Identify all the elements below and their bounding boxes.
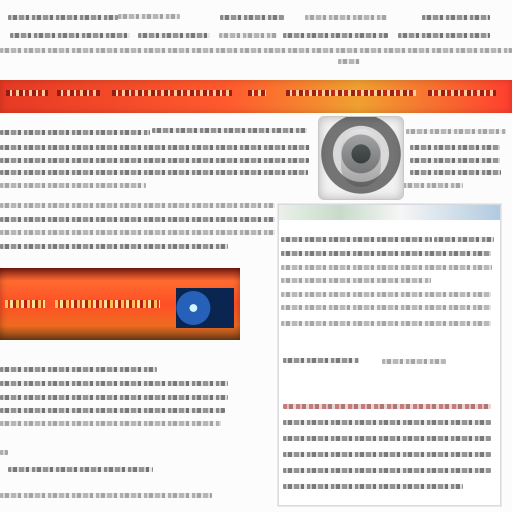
- promo-banner[interactable]: [0, 268, 240, 340]
- sidebar-panel: [278, 204, 501, 506]
- promo-image-icon: [176, 288, 234, 328]
- top-banner[interactable]: [0, 80, 512, 113]
- camera-lens-icon[interactable]: [319, 117, 403, 199]
